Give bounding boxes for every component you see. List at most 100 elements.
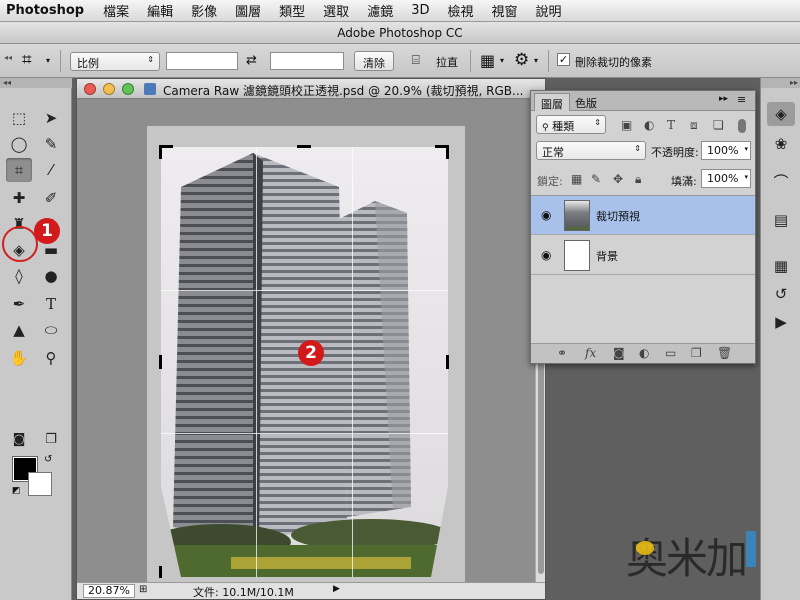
overlay-grid-icon[interactable]: ▦: [480, 51, 495, 70]
opacity-input[interactable]: 100% ▾: [701, 141, 751, 160]
healing-brush-tool-icon[interactable]: ✚: [6, 186, 32, 210]
fill-input[interactable]: 100% ▾: [701, 169, 751, 188]
menu-window[interactable]: 視窗: [483, 1, 527, 20]
filter-shape-icon[interactable]: ⧈: [690, 118, 698, 133]
lock-image-icon[interactable]: ✎: [591, 172, 601, 186]
blend-mode-select[interactable]: 正常 ⇕: [536, 141, 646, 160]
crop-handle-top-right[interactable]: [446, 145, 449, 159]
delete-cropped-checkbox[interactable]: ✓: [557, 53, 570, 66]
screen-mode-icon[interactable]: ❐: [38, 428, 64, 452]
menu-image[interactable]: 影像: [182, 1, 226, 20]
chevron-down-icon[interactable]: ▾: [744, 145, 748, 153]
blur-tool-icon[interactable]: ◊: [6, 264, 32, 288]
type-tool-icon[interactable]: T: [38, 292, 64, 316]
tab-channels[interactable]: 色版: [569, 93, 603, 111]
zoom-window-button[interactable]: [122, 83, 134, 95]
gear-icon[interactable]: ⚙: [514, 50, 529, 70]
clear-button[interactable]: 清除: [354, 51, 394, 71]
preset-dropdown-icon[interactable]: ▾: [46, 56, 50, 65]
crop-handle-top[interactable]: [297, 145, 311, 148]
swap-colors-icon[interactable]: ↺: [44, 454, 52, 465]
swatches-panel-icon[interactable]: ▦: [767, 254, 795, 278]
zoom-level-field[interactable]: 20.87%: [83, 584, 135, 598]
filter-pixel-icon[interactable]: ▣: [621, 118, 632, 132]
straighten-icon[interactable]: ⌸: [412, 53, 420, 68]
path-selection-tool-icon[interactable]: ▲: [6, 318, 32, 342]
layers-panel-icon[interactable]: ◈: [767, 102, 795, 126]
brush-tool-icon[interactable]: ✐: [38, 186, 64, 210]
eyedropper-tool-icon[interactable]: ⁄: [38, 158, 64, 182]
collapse-panel-icon[interactable]: ▸▸: [719, 94, 728, 104]
new-layer-icon[interactable]: ❐: [691, 346, 702, 360]
width-input[interactable]: [166, 52, 238, 70]
chevron-down-icon[interactable]: ▾: [744, 173, 748, 181]
add-mask-icon[interactable]: ◙: [613, 346, 625, 360]
actions-panel-icon[interactable]: ▶: [767, 310, 795, 334]
history-panel-icon[interactable]: ↺: [767, 282, 795, 306]
dodge-tool-icon[interactable]: ●: [38, 264, 64, 288]
adjustment-layer-icon[interactable]: ◐: [639, 346, 649, 360]
ratio-select[interactable]: 比例 ⇕: [70, 52, 160, 71]
quick-select-tool-icon[interactable]: ✎: [38, 132, 64, 156]
layer-filter-select[interactable]: ⚲ 種類 ⇕: [536, 115, 606, 134]
crop-tool-preset-icon[interactable]: ⌗: [22, 50, 32, 70]
swap-arrows-icon[interactable]: ⇄: [246, 53, 257, 68]
crop-tool-icon[interactable]: ⌗: [6, 158, 32, 182]
menu-view[interactable]: 檢視: [438, 1, 482, 20]
dock-grip[interactable]: ▸▸: [761, 78, 800, 88]
move-tool-icon[interactable]: ➤: [38, 106, 64, 130]
menu-file[interactable]: 檔案: [94, 1, 138, 20]
background-color-swatch[interactable]: [28, 472, 52, 496]
filter-toggle[interactable]: [738, 119, 746, 133]
overlay-dropdown-icon[interactable]: ▾: [500, 56, 504, 65]
new-group-icon[interactable]: ▭: [665, 346, 676, 360]
link-layers-icon[interactable]: ⚭: [557, 346, 567, 360]
panel-menu-icon[interactable]: ≡: [737, 93, 746, 106]
tab-layers[interactable]: 圖層: [534, 93, 570, 111]
settings-dropdown-icon[interactable]: ▾: [534, 56, 538, 65]
marquee-tool-icon[interactable]: ⬚: [6, 106, 32, 130]
height-input[interactable]: [270, 52, 344, 70]
3d-panel-icon[interactable]: ▤: [767, 208, 795, 232]
pen-tool-icon[interactable]: ✒: [6, 292, 32, 316]
menu-help[interactable]: 說明: [527, 1, 571, 20]
status-options-icon[interactable]: ⊞: [139, 584, 147, 595]
app-menu[interactable]: Photoshop: [0, 3, 94, 18]
menu-select[interactable]: 選取: [314, 1, 358, 20]
canvas-area[interactable]: 2: [77, 100, 535, 582]
lock-all-icon[interactable]: 🔒︎: [635, 172, 641, 187]
zoom-tool-icon[interactable]: ⚲: [38, 346, 64, 370]
close-window-button[interactable]: [84, 83, 96, 95]
quick-mask-icon[interactable]: ◙: [6, 428, 32, 452]
filter-smart-object-icon[interactable]: ❏: [713, 118, 724, 132]
visibility-eye-icon[interactable]: ◉: [541, 208, 551, 222]
tools-grip[interactable]: ◂◂: [0, 78, 72, 88]
filter-adjustment-icon[interactable]: ◐: [644, 118, 654, 132]
layer-row-background[interactable]: ◉ 背景: [531, 236, 755, 275]
lasso-tool-icon[interactable]: ◯: [6, 132, 32, 156]
menu-type[interactable]: 類型: [270, 1, 314, 20]
ellipse-tool-icon[interactable]: ⬭: [38, 318, 64, 342]
filter-type-icon[interactable]: T: [667, 118, 675, 132]
default-colors-icon[interactable]: ◩: [12, 486, 21, 496]
hand-tool-icon[interactable]: ✋: [6, 346, 32, 370]
trash-icon[interactable]: 🗑︎: [717, 346, 732, 360]
status-menu-arrow-icon[interactable]: ▶: [333, 584, 340, 594]
lock-transparent-icon[interactable]: ▦: [571, 172, 582, 186]
menu-layer[interactable]: 圖層: [226, 1, 270, 20]
crop-handle-left[interactable]: [159, 355, 162, 369]
crop-handle-top-left[interactable]: [159, 145, 162, 159]
lock-position-icon[interactable]: ✥: [613, 172, 623, 186]
crop-handle-right[interactable]: [446, 355, 449, 369]
menu-3d[interactable]: 3D: [402, 3, 438, 18]
paths-panel-icon[interactable]: ⌒: [767, 170, 795, 194]
straighten-label[interactable]: 拉直: [436, 54, 458, 70]
visibility-eye-icon[interactable]: ◉: [541, 248, 551, 262]
layer-row-crop-preview[interactable]: ◉ 裁切預視: [531, 196, 755, 235]
crop-handle-bottom-left[interactable]: [159, 566, 162, 578]
menu-edit[interactable]: 編輯: [138, 1, 182, 20]
menu-filter[interactable]: 濾鏡: [358, 1, 402, 20]
document-title-bar[interactable]: Camera Raw 濾鏡鏡頭校正透視.psd @ 20.9% (裁切預視, R…: [77, 79, 545, 99]
fx-icon[interactable]: fx: [585, 346, 596, 360]
channels-panel-icon[interactable]: ❀: [767, 132, 795, 156]
